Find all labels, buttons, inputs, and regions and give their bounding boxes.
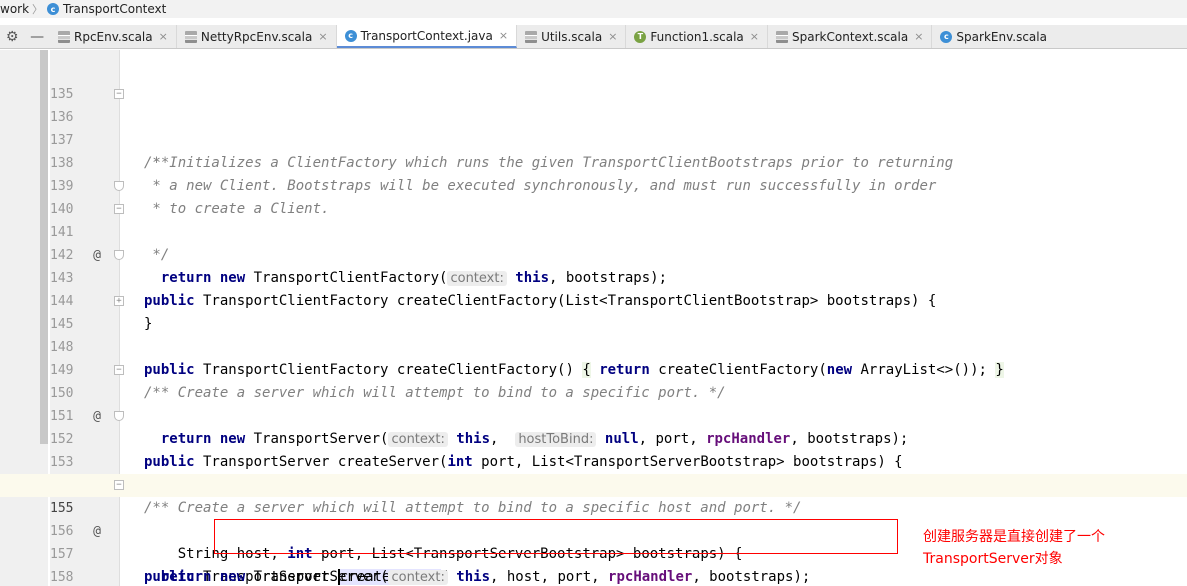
code-line-151: 151 return new TransportServer(context: … xyxy=(0,382,1187,447)
code-line-154: 154 /** Create a server which will attem… xyxy=(0,451,1187,516)
tab-function1-scala[interactable]: T Function1.scala × xyxy=(626,25,769,48)
scala-file-icon xyxy=(525,30,538,43)
scala-file-icon xyxy=(58,30,70,43)
tab-label: SparkContext.scala xyxy=(792,29,909,44)
code-line-135: 135 xyxy=(0,60,1187,102)
breadcrumb-item-file[interactable]: c TransportContext xyxy=(47,0,166,18)
close-icon[interactable]: × xyxy=(608,30,617,43)
code-line-156: 156 String host, int port, List<Transpor… xyxy=(0,497,1187,562)
tab-transportcontext-java[interactable]: c TransportContext.java × xyxy=(336,25,518,48)
tab-label: SparkEnv.scala xyxy=(956,29,1047,44)
tab-label: RpcEnv.scala xyxy=(74,29,153,44)
fold-toggle-icon[interactable]: − xyxy=(114,204,124,214)
annotation-text: 创建服务器是直接创建了一个 xyxy=(923,529,1105,545)
tab-rpcenv-scala[interactable]: RpcEnv.scala × xyxy=(50,25,177,48)
annotation-note: 创建服务器是直接创建了一个 TransportServer对象 xyxy=(923,526,1183,570)
code-line-144: 144 xyxy=(0,267,1187,309)
breadcrumb-label: work xyxy=(0,2,30,16)
tab-sparkenv-scala[interactable]: c SparkEnv.scala xyxy=(932,25,1055,48)
close-icon[interactable]: × xyxy=(159,30,168,43)
tab-label: Function1.scala xyxy=(650,29,744,44)
fold-toggle-icon[interactable]: − xyxy=(114,365,124,375)
code-line-145: 145 + public TransportClientFactory crea… xyxy=(0,290,1187,378)
gear-icon[interactable]: ⚙ xyxy=(6,29,19,45)
fold-end-icon[interactable] xyxy=(114,250,124,260)
breadcrumb-label: TransportContext xyxy=(63,2,167,16)
tab-label: Utils.scala xyxy=(541,29,603,44)
fold-end-icon[interactable] xyxy=(114,181,124,191)
tab-label: TransportContext.java xyxy=(360,28,493,43)
code-line-141: 141 @ − public TransportClientFactory cr… xyxy=(0,198,1187,309)
annotation-highlight-box xyxy=(214,519,898,554)
close-icon[interactable]: × xyxy=(750,30,759,43)
code-line-155: 155 @ − public TransportServer createSer… xyxy=(0,474,1187,585)
code-line-148: 148 xyxy=(0,313,1187,355)
fold-end-icon[interactable] xyxy=(114,411,124,421)
tab-sparkcontext-scala[interactable]: SparkContext.scala × xyxy=(768,25,933,48)
close-icon[interactable]: × xyxy=(499,29,508,42)
close-icon[interactable]: × xyxy=(914,30,923,43)
tab-utils-scala[interactable]: Utils.scala × xyxy=(517,25,627,48)
fold-expand-icon[interactable]: + xyxy=(114,296,124,306)
code-line-153: 153 xyxy=(0,428,1187,470)
annotation-text: TransportServer对象 xyxy=(923,551,1063,567)
code-line-142: 142 return new TransportClientFactory(co… xyxy=(0,221,1187,286)
fold-toggle-icon[interactable]: − xyxy=(114,480,124,490)
tab-label: NettyRpcEnv.scala xyxy=(200,29,313,44)
scala-file-icon xyxy=(776,30,789,43)
tab-nettyrpcenv-scala[interactable]: NettyRpcEnv.scala × xyxy=(177,25,337,48)
chevron-right-icon: 〉 xyxy=(32,3,44,16)
java-class-icon: c xyxy=(344,29,357,42)
close-icon[interactable]: × xyxy=(318,30,327,43)
code-line-149: 149 /** Create a server which will attem… xyxy=(0,336,1187,401)
class-icon: c xyxy=(47,3,60,15)
trait-icon: T xyxy=(634,30,647,43)
code-line-137: 137 * Initializes a ClientFactory which … xyxy=(0,106,1187,171)
tab-bar-tools: ⚙ — xyxy=(0,25,50,48)
code-line-136: 136 − /** xyxy=(0,83,1187,171)
editor-tab-bar: ⚙ — RpcEnv.scala × NettyRpcEnv.scala × c… xyxy=(0,25,1187,49)
code-line-152: 152 } xyxy=(0,405,1187,493)
fold-toggle-icon[interactable]: − xyxy=(114,89,124,99)
breadcrumb-item-work[interactable]: work xyxy=(0,0,29,18)
code-line-143: 143 } xyxy=(0,244,1187,332)
code-editor[interactable]: 135 136 − /** 137 * Initializes a Client… xyxy=(0,58,1187,586)
scala-file-icon xyxy=(184,30,197,43)
class-icon: c xyxy=(940,30,953,43)
code-line-150: 150 @ − public TransportServer createSer… xyxy=(0,359,1187,470)
code-line-140: 140 */ xyxy=(0,175,1187,263)
code-line-138: 138 * a new Client. Bootstraps will be e… xyxy=(0,129,1187,194)
code-line-139: 139 * to create a Client. xyxy=(0,152,1187,217)
breadcrumb: work 〉 c TransportContext xyxy=(0,0,1187,18)
minimize-icon[interactable]: — xyxy=(30,29,44,45)
